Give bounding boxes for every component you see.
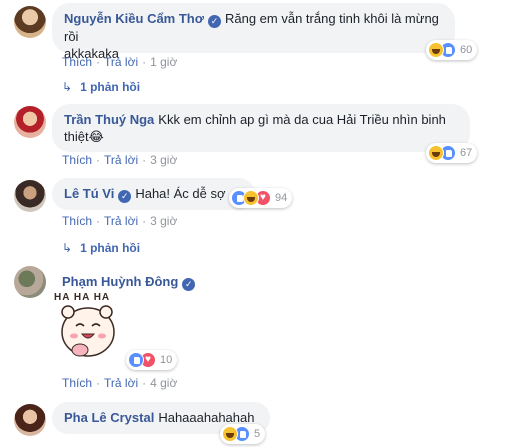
view-replies-link[interactable]: ↳ 1 phản hồi <box>62 80 140 94</box>
reply-link[interactable]: Trả lời <box>104 214 138 228</box>
commenter-name[interactable]: Nguyễn Kiều Cẩm Thơ <box>64 11 204 26</box>
haha-icon <box>222 426 238 442</box>
haha-icon <box>428 42 444 58</box>
timestamp[interactable]: 3 giờ <box>150 214 177 228</box>
reply-link[interactable]: Trả lời <box>104 376 138 390</box>
timestamp[interactable]: 1 giờ <box>150 55 177 69</box>
comment-text-line2: thiệt😂 <box>64 129 104 144</box>
comment-actions: Thích · Trả lời · 4 giờ <box>62 376 178 390</box>
timestamp[interactable]: 3 giờ <box>150 153 177 167</box>
view-replies-link[interactable]: ↳ 1 phản hồi <box>62 241 140 255</box>
verified-badge-icon: ✓ <box>118 190 132 203</box>
like-link[interactable]: Thích <box>62 214 92 228</box>
reply-arrow-icon: ↳ <box>62 241 73 255</box>
reaction-count: 94 <box>275 192 288 204</box>
verified-badge-icon: ✓ <box>207 15 221 28</box>
like-link[interactable]: Thích <box>62 376 92 390</box>
haha-icon <box>428 145 444 161</box>
commenter-name[interactable]: Phạm Huỳnh Đông <box>62 274 178 289</box>
reply-link[interactable]: Trả lời <box>104 153 138 167</box>
reaction-summary[interactable]: 10 <box>126 350 178 370</box>
commenter-name[interactable]: Pha Lê Crystal <box>64 410 154 425</box>
comment-actions: Thích · Trả lời · 3 giờ <box>62 153 178 167</box>
like-link[interactable]: Thích <box>62 55 92 69</box>
comment-actions: Thích · Trả lời · 3 giờ <box>62 214 178 228</box>
like-link[interactable]: Thích <box>62 153 92 167</box>
comment-text: Haha! Ác dễ sợ <box>135 186 226 201</box>
reply-arrow-icon: ↳ <box>62 80 73 94</box>
avatar[interactable] <box>14 266 46 298</box>
comment-bubble: Trần Thuý Nga Kkk em chỉnh ap gì mà da cu… <box>52 104 470 152</box>
reaction-summary[interactable]: 5 <box>220 424 266 444</box>
comment-text: Hahaaahahahah <box>158 410 255 425</box>
comment-bubble: Nguyễn Kiều Cẩm Thơ ✓ Răng em vẫn trắng ti… <box>52 3 455 61</box>
reaction-count: 67 <box>460 147 473 159</box>
haha-icon <box>243 190 259 206</box>
verified-badge-icon: ✓ <box>182 278 196 291</box>
avatar[interactable] <box>14 180 46 212</box>
avatar[interactable] <box>14 404 46 436</box>
replies-count: 1 phản hồi <box>80 241 141 255</box>
comment-actions: Thích · Trả lời · 1 giờ <box>62 55 178 69</box>
sticker-text: HA HA HA <box>54 292 111 303</box>
comment-bubble: Lê Tú Vi ✓ Haha! Ác dễ sợ <box>52 178 255 210</box>
replies-count: 1 phản hồi <box>80 80 141 94</box>
commenter-header: Phạm Huỳnh Đông ✓ <box>62 274 199 291</box>
reaction-summary[interactable]: 67 <box>426 143 478 163</box>
reaction-count: 10 <box>160 354 173 366</box>
commenter-name[interactable]: Trần Thuý Nga <box>64 112 154 127</box>
reaction-summary[interactable]: 94 <box>229 188 293 208</box>
commenter-name[interactable]: Lê Tú Vi <box>64 186 114 201</box>
avatar[interactable] <box>14 6 46 38</box>
comment-text-line1: Kkk em chỉnh ap gì mà da cua Hải Triều n… <box>158 112 446 127</box>
avatar[interactable] <box>14 106 46 138</box>
timestamp[interactable]: 4 giờ <box>150 376 177 390</box>
reply-link[interactable]: Trả lời <box>104 55 138 69</box>
reaction-summary[interactable]: 60 <box>426 40 478 60</box>
reaction-count: 5 <box>254 428 261 440</box>
reaction-count: 60 <box>460 44 473 56</box>
like-icon <box>128 352 144 368</box>
haha-sticker-image[interactable]: HA HA HA <box>52 290 122 360</box>
